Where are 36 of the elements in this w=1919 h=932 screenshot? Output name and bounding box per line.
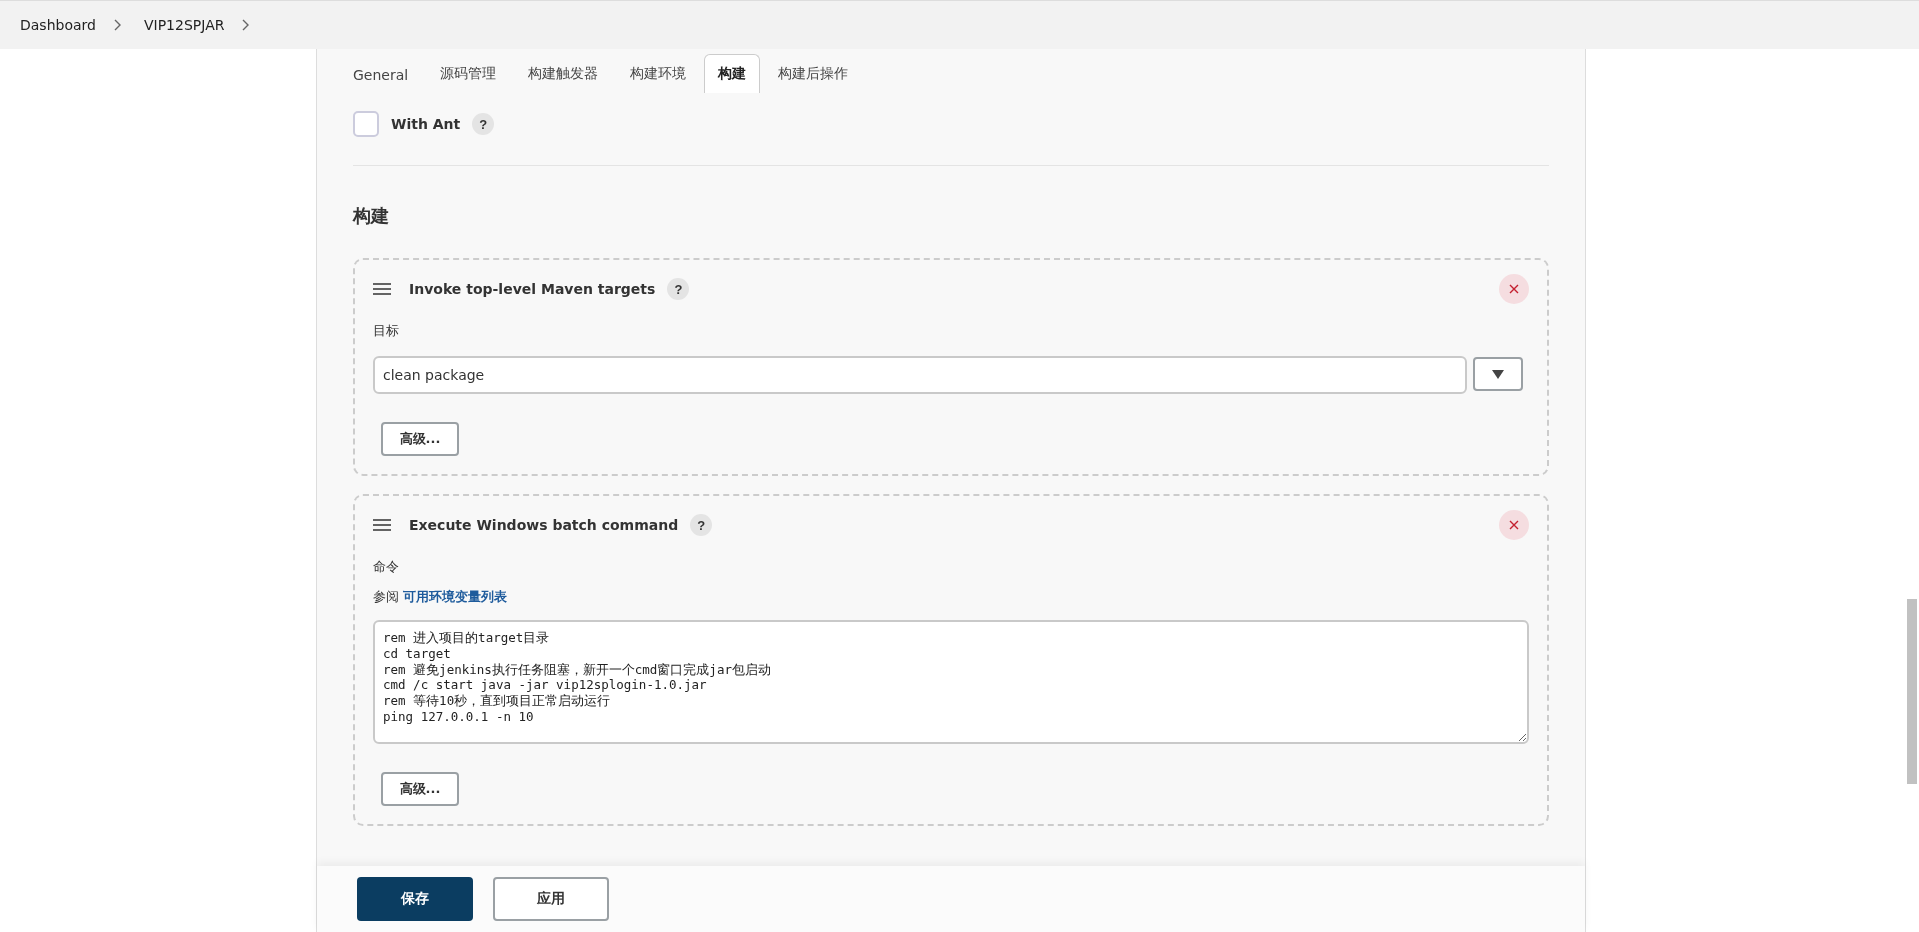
tab[interactable]: 构建	[704, 54, 761, 93]
tab[interactable]: General	[339, 56, 423, 93]
close-icon	[1508, 283, 1520, 295]
dropdown-button[interactable]	[1473, 357, 1523, 391]
section-heading: 构建	[353, 204, 390, 228]
field-label: 目标	[373, 322, 400, 340]
help-button[interactable]: ?	[690, 514, 713, 536]
tab[interactable]: 构建后操作	[764, 54, 863, 93]
step-title: Execute Windows batch command	[409, 517, 679, 533]
command-field[interactable]: rem 进入项目的target目录 cd target rem 避免jenkins执行任务阻塞，新开一个cmd窗口完成jar包启动 cmd /c start java -jar vip12splogin-1.0.jar rem 等待10秒，直到项目正常启动运行 ping 127.0.0.1 -n 10	[373, 620, 1529, 744]
help-button[interactable]: ?	[667, 278, 690, 300]
tab[interactable]: 源码管理	[426, 54, 511, 93]
apply-button[interactable]: 应用	[493, 877, 609, 921]
step-title: Invoke top-level Maven targets	[409, 281, 656, 297]
breadcrumb-link[interactable]: Dashboard	[20, 17, 96, 33]
breadcrumb-link[interactable]: VIP12SPJAR	[143, 17, 225, 33]
close-button[interactable]	[1499, 510, 1529, 540]
checkbox-label: With Ant	[391, 116, 461, 132]
chevron-icon	[242, 19, 251, 31]
link[interactable]: 可用环境变量列表	[403, 588, 507, 606]
checkbox[interactable]	[353, 111, 379, 137]
field-label: 命令	[373, 558, 400, 576]
tab[interactable]: 构建环境	[616, 54, 701, 93]
close-icon	[1508, 519, 1520, 531]
save-button[interactable]: 保存	[357, 877, 473, 921]
drag-handle-icon[interactable]	[373, 283, 391, 295]
help-text: 参阅	[373, 588, 399, 606]
input-field[interactable]: clean package	[373, 356, 1467, 394]
advanced-button[interactable]: 高级...	[381, 772, 459, 806]
tab[interactable]: 构建触发器	[514, 54, 613, 93]
drag-handle-icon[interactable]	[373, 519, 391, 531]
chevron-icon	[113, 19, 122, 31]
caret-icon	[1492, 369, 1504, 379]
close-button[interactable]	[1499, 274, 1529, 304]
help-button[interactable]: ?	[472, 113, 495, 135]
advanced-button[interactable]: 高级...	[381, 422, 459, 456]
